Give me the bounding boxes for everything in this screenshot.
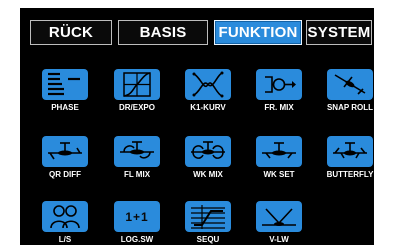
- tile-snap-roll[interactable]: SNAP ROLL: [327, 69, 373, 115]
- tile-wk-mix[interactable]: WK MIX: [185, 136, 231, 182]
- butterfly-icon: [327, 136, 373, 167]
- v-tail-icon: [256, 201, 302, 232]
- tile-k1-kurv[interactable]: K1-KURV: [185, 69, 231, 115]
- wing-mix-icon: [185, 136, 231, 167]
- tile-phase[interactable]: PHASE: [42, 69, 88, 115]
- tab-function[interactable]: FUNKTION: [214, 20, 302, 45]
- function-menu-screen: RÜCK BASIS FUNKTION SYSTEM PHASE DR/EXPO…: [20, 8, 374, 245]
- tile-sequencer[interactable]: SEQU: [185, 201, 231, 247]
- snap-roll-icon: [327, 69, 373, 100]
- tile-label: L/S: [58, 235, 72, 244]
- tile-butterfly[interactable]: BUTTERFLY: [327, 136, 373, 182]
- channel-curve-icon: [185, 69, 231, 100]
- tile-v-tail[interactable]: V-LW: [256, 201, 302, 247]
- tile-label: FR. MIX: [264, 103, 294, 112]
- tile-label: DR/EXPO: [118, 103, 155, 112]
- tile-label: BUTTERFLY: [326, 170, 374, 179]
- expo-curve-icon: [114, 69, 160, 100]
- tab-back[interactable]: RÜCK: [30, 20, 112, 45]
- logic-switch-glyph: 1+1: [125, 209, 149, 224]
- phase-bars-icon: [42, 69, 88, 100]
- tile-label: PHASE: [51, 103, 79, 112]
- tab-basis[interactable]: BASIS: [118, 20, 208, 45]
- flap-mix-icon: [114, 136, 160, 167]
- wing-set-icon: [256, 136, 302, 167]
- tile-free-mix[interactable]: FR. MIX: [256, 69, 302, 115]
- tile-qr-diff[interactable]: QR DIFF: [42, 136, 88, 182]
- tile-logic-switch[interactable]: 1+1 LOG.SW: [114, 201, 160, 247]
- aileron-diff-icon: [42, 136, 88, 167]
- tile-label: FL MIX: [123, 170, 151, 179]
- tile-label: SNAP ROLL: [326, 103, 374, 112]
- tile-label: WK SET: [263, 170, 295, 179]
- tab-system[interactable]: SYSTEM: [306, 20, 372, 45]
- tile-fl-mix[interactable]: FL MIX: [114, 136, 160, 182]
- tile-label: V-LW: [269, 235, 289, 244]
- tile-label: WK MIX: [193, 170, 223, 179]
- logic-switch-icon: 1+1: [114, 201, 160, 232]
- sequencer-icon: [185, 201, 231, 232]
- tile-wk-set[interactable]: WK SET: [256, 136, 302, 182]
- teacher-student-icon: [42, 201, 88, 232]
- tile-dr-expo[interactable]: DR/EXPO: [114, 69, 160, 115]
- tile-label: K1-KURV: [190, 103, 226, 112]
- tile-label: LOG.SW: [120, 235, 154, 244]
- tile-label: QR DIFF: [49, 170, 81, 179]
- tile-teacher-student[interactable]: L/S: [42, 201, 88, 247]
- tile-label: SEQU: [196, 235, 220, 244]
- free-mixer-icon: [256, 69, 302, 100]
